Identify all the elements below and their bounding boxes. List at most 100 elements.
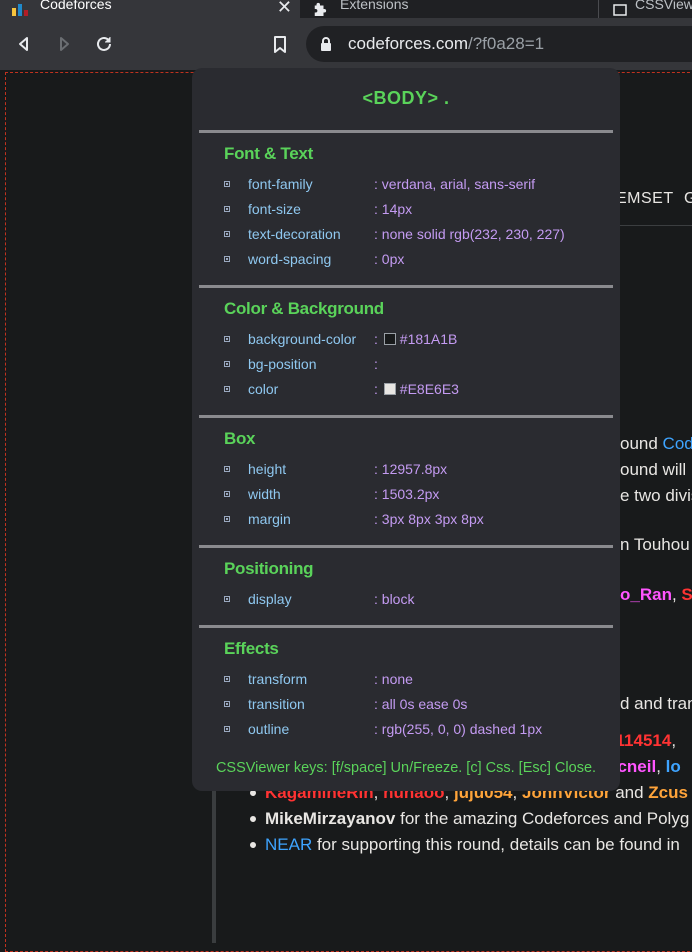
bullet-icon (224, 726, 230, 732)
text-fragment: ound Cod (620, 434, 692, 454)
prop-row: transform : none (224, 670, 604, 690)
prop-value: : 14px (374, 201, 413, 217)
prop-row: bg-position: (224, 355, 604, 375)
text-fragment-prefix: ound (620, 434, 663, 453)
user-handle[interactable]: S (681, 585, 692, 604)
bullet-icon (224, 336, 230, 342)
bullet-icon (224, 596, 230, 602)
prop-name: display (248, 591, 292, 607)
prop-row: text-decoration : none solid rgb(232, 230… (224, 225, 604, 245)
prop-row: font-family : verdana, arial, sans-serif (224, 175, 604, 195)
cssviewer-panel[interactable]: <BODY> . Font & Text font-family: verdan… (192, 68, 620, 791)
prop-value: : block (374, 591, 415, 607)
codeforces-link[interactable]: Cod (663, 434, 692, 453)
color-swatch (383, 383, 396, 395)
close-icon[interactable]: ✕ (277, 0, 292, 18)
list-text: for supporting this round, details can b… (312, 835, 680, 854)
section-divider (199, 625, 613, 628)
prop-row: color : #E8E6E3 (224, 380, 604, 400)
prop-name: background-color (248, 331, 357, 347)
prop-name: word-spacing (248, 251, 332, 267)
prop-value: : all 0s ease 0s (374, 696, 468, 712)
url-text: codeforces.com/?f0a28=1 (348, 34, 544, 54)
prop-name: text-decoration (248, 226, 341, 242)
tab-codeforces[interactable]: Codeforces ✕ (0, 0, 300, 18)
list-item: MikeMirzayanov for the amazing Codeforce… (248, 806, 692, 832)
bullet-icon (224, 701, 230, 707)
prop-value: : none solid rgb(232, 230, 227) (374, 226, 565, 242)
prop-name: font-family (248, 176, 313, 192)
address-bar[interactable]: codeforces.com/?f0a28=1 (306, 26, 692, 62)
prop-value-with-swatch: : #181A1B (374, 331, 458, 347)
prop-value: #E8E6E3 (399, 381, 459, 397)
prop-value: : none (374, 671, 413, 687)
prop-row: font-size: 14px (224, 200, 604, 220)
prop-row: word-spacing : 0px (224, 250, 604, 270)
menu-item-gymset[interactable]: EMSET (616, 190, 674, 208)
user-handle[interactable]: o_Ran (620, 585, 672, 604)
prop-value: : verdana, arial, sans-serif (374, 176, 536, 192)
section-divider (199, 545, 613, 548)
reload-icon[interactable] (92, 32, 116, 56)
user-handle[interactable]: lo (666, 757, 681, 776)
prop-name: margin (248, 511, 291, 527)
prop-name: transform (248, 671, 308, 687)
prop-row: height: 12957.8px (224, 460, 604, 480)
tab-cssviewer[interactable]: CSSViewer (598, 0, 692, 18)
bullet-icon (224, 361, 230, 367)
prop-value-with-swatch: : #E8E6E3 (374, 381, 459, 397)
prop-name: height (248, 461, 287, 477)
prop-row: outline: rgb(255, 0, 0) dashed 1px (224, 720, 604, 740)
list-item: NEAR for supporting this round, details … (248, 832, 692, 858)
bullet-icon (224, 676, 230, 682)
menu-divider (615, 225, 692, 226)
prop-name: color (248, 381, 279, 397)
section-divider (199, 285, 613, 288)
bullet-icon (224, 231, 230, 237)
prop-name: width (248, 486, 281, 502)
text-fragment: n Touhou (620, 535, 690, 554)
text-fragment: ound will b (620, 460, 692, 479)
forward-icon[interactable] (52, 32, 76, 56)
prop-row: display : block (224, 590, 604, 610)
user-handle[interactable]: Zcus (648, 783, 688, 802)
prop-value: : 3px 8px 3px 8px (374, 511, 484, 527)
url-host: codeforces.com (348, 34, 468, 53)
prop-name: outline (248, 721, 290, 737)
section-divider (199, 415, 613, 418)
bullet-icon (224, 516, 230, 522)
section-title-box: Box (224, 429, 256, 448)
list-text: for the amazing Codeforces and Polyg (395, 809, 690, 828)
user-handle[interactable]: MikeMirzayanov (265, 809, 395, 828)
prop-row: background-color : #181A1B (224, 330, 604, 350)
section-title-positioning: Positioning (224, 559, 314, 578)
bullet-icon (250, 816, 256, 822)
bullet-icon (250, 842, 256, 848)
puzzle-icon (312, 2, 328, 16)
prop-value: : 0px (374, 251, 405, 267)
prop-name: bg-position (248, 356, 317, 372)
bookmark-icon[interactable] (268, 32, 292, 56)
tab-extensions[interactable]: Extensions (300, 0, 598, 18)
tab-title: CSSViewer (635, 0, 692, 12)
section-title-color-background: Color & Background (224, 299, 384, 318)
color-swatch (383, 333, 396, 345)
prop-value: : (374, 356, 378, 372)
back-icon[interactable] (12, 32, 36, 56)
prop-row: margin : 3px 8px 3px 8px (224, 510, 604, 530)
section-title-effects: Effects (224, 639, 279, 658)
bullet-icon (224, 181, 230, 187)
menu-item-next[interactable]: G (684, 190, 692, 208)
prop-name: transition (248, 696, 305, 712)
text-fragment: e two divis (620, 486, 692, 505)
viewer-keys-hint: CSSViewer keys: [f/space] Un/Freeze. [c]… (215, 760, 597, 776)
bullet-icon (224, 466, 230, 472)
url-path: /?f0a28=1 (468, 34, 545, 53)
separator: , (671, 585, 682, 604)
viewer-element-title: <BODY> . (362, 88, 450, 108)
lock-icon[interactable] (320, 36, 334, 52)
list-text: , (656, 757, 666, 776)
cssviewer-favicon (613, 2, 627, 16)
link[interactable]: NEAR (265, 835, 312, 854)
browser-toolbar: codeforces.com/?f0a28=1 (0, 18, 692, 70)
